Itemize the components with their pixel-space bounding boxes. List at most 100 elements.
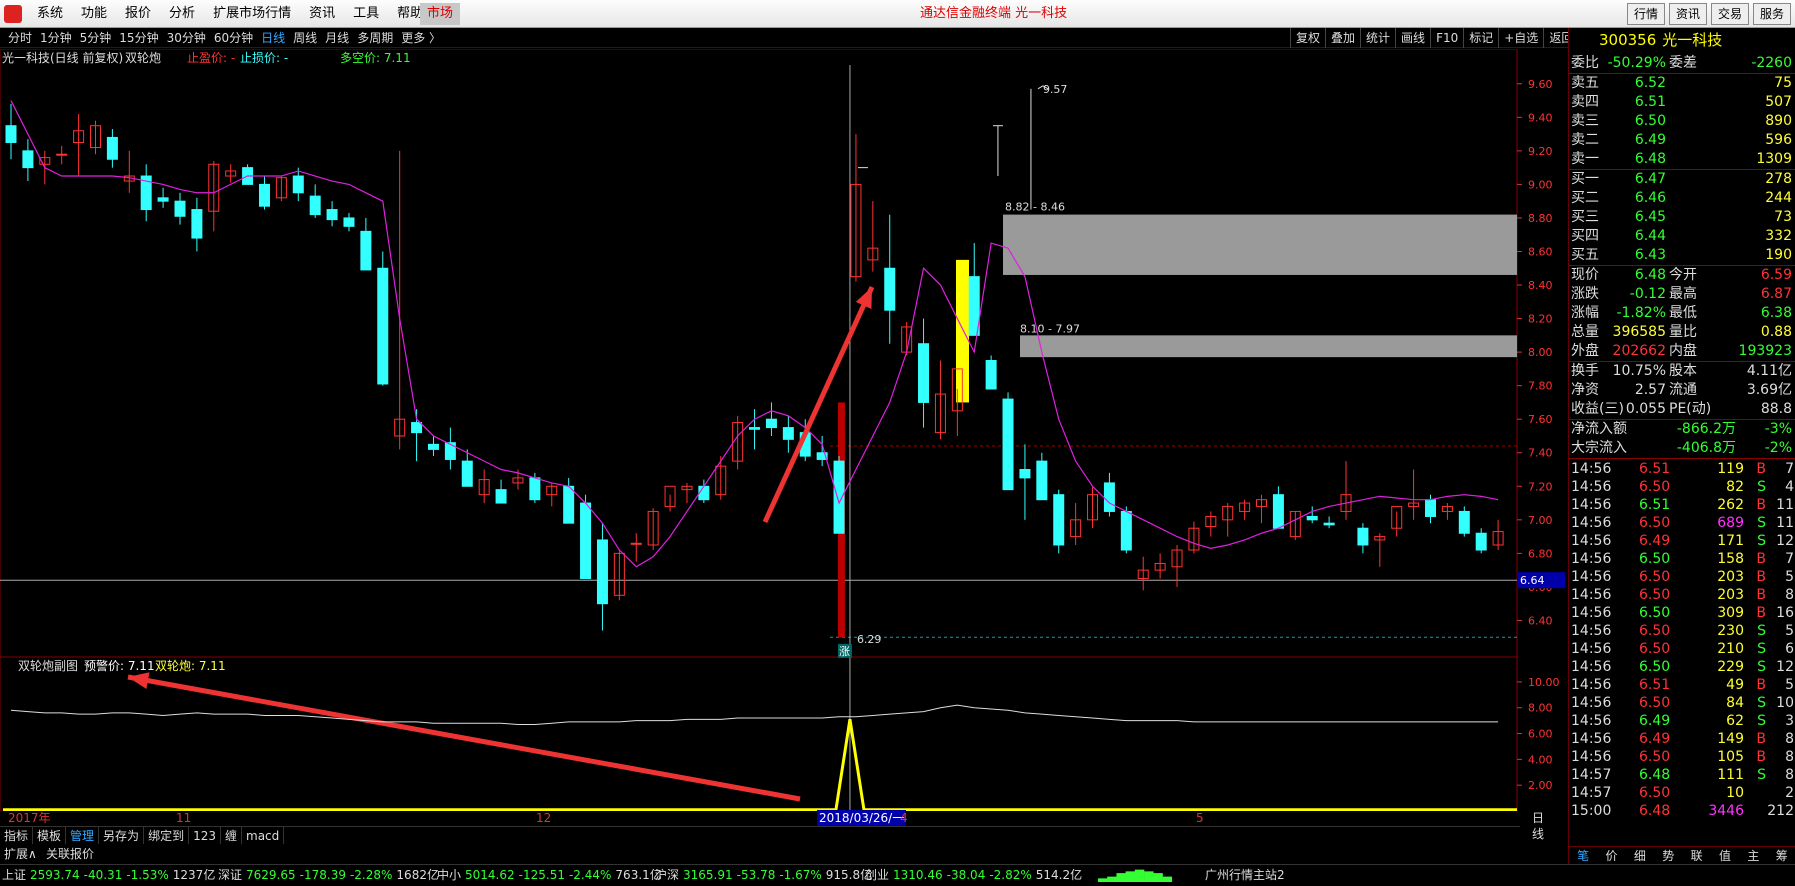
panel-tab[interactable]: 价 <box>1597 847 1625 864</box>
price-label: 9.60 <box>1528 78 1553 91</box>
kline-chart[interactable]: 9.60 9.40 9.20 9.00 8.80 8.60 8.40 8.20 8.00 7.80… <box>0 49 1568 811</box>
expand-toggle[interactable]: 扩展∧ <box>4 844 37 864</box>
tick-dir: B <box>1756 677 1766 693</box>
period-tab[interactable]: 月线 <box>321 28 353 48</box>
period-tab[interactable]: 分时 <box>4 28 36 48</box>
quote-row: 14:56 6.51 49 B 5 <box>1569 676 1795 694</box>
tick-volume: 105 <box>1717 749 1744 765</box>
tool-button[interactable]: 统计 <box>1360 28 1395 48</box>
tick-time: 14:57 <box>1571 785 1612 801</box>
tick-price: 6.51 <box>1639 497 1671 513</box>
candle-body <box>1323 522 1335 526</box>
indicator-tab[interactable]: macd <box>242 827 285 844</box>
indicator-tab[interactable]: 缠 <box>221 827 242 844</box>
ask-volume: 890 <box>1765 113 1792 129</box>
period-tab[interactable]: 30分钟 <box>163 28 210 48</box>
menu-item[interactable]: 系统 <box>28 0 72 28</box>
tick-count: 4 <box>1785 479 1794 495</box>
quote-row: 14:56 6.50 84 S 10 <box>1569 694 1795 712</box>
tick-volume: 84 <box>1726 695 1744 711</box>
tick-time: 14:57 <box>1571 767 1612 783</box>
stat-value: -1.82% <box>1616 305 1666 321</box>
stat-label: 今开 <box>1669 267 1697 283</box>
market-button[interactable]: 市场 <box>420 3 460 25</box>
sub-indicator-name[interactable]: 双轮炮副图 <box>18 658 78 674</box>
quote-row: 卖三 6.50 890 <box>1569 112 1795 131</box>
panel-tab[interactable]: 值 <box>1711 847 1739 864</box>
period-tab[interactable]: 更多 〉 <box>397 28 445 48</box>
ask-volume: 596 <box>1765 132 1792 148</box>
candle-body <box>495 489 507 504</box>
index-quote[interactable]: 创业 1310.46 -38.04 -2.82% 514.2亿 <box>865 865 1086 886</box>
tick-count: 7 <box>1785 461 1794 477</box>
menu-item[interactable]: 分析 <box>160 0 204 28</box>
quote-row: 14:56 6.50 105 B 8 <box>1569 748 1795 766</box>
tick-time: 14:56 <box>1571 623 1612 639</box>
index-vol: 1682亿 <box>396 868 439 882</box>
index-quote[interactable]: 沪深 3165.91 -53.78 -1.67% 915.8亿 <box>655 865 876 886</box>
indicator-tab[interactable]: 管理 <box>66 827 100 844</box>
index-quote[interactable]: 上证 2593.74 -40.31 -1.53% 1237亿 <box>2 865 219 886</box>
period-tab[interactable]: 日线 <box>257 28 289 48</box>
index-quote[interactable]: 深证 7629.65 -178.39 -2.28% 1682亿 <box>218 865 443 886</box>
title-button[interactable]: 服务 <box>1752 3 1791 25</box>
indicator-tab[interactable]: 模板 <box>33 827 67 844</box>
indicator-tab[interactable]: 指标 <box>0 827 34 844</box>
quote-row: 净资 2.57 流通 3.69亿 <box>1569 381 1795 400</box>
price-label: 8.80 <box>1528 212 1553 225</box>
menu-item[interactable]: 功能 <box>72 0 116 28</box>
indicator-name[interactable]: 双轮炮 <box>125 49 161 67</box>
stock-title: 光一科技 <box>1662 31 1723 49</box>
stat-value: 6.59 <box>1760 267 1792 283</box>
tick-volume: 158 <box>1717 551 1744 567</box>
panel-tab[interactable]: 主 <box>1739 847 1767 864</box>
candle-body <box>698 485 710 501</box>
candle-body <box>1357 527 1369 546</box>
candle-body <box>1103 482 1115 512</box>
index-value: 3165.91 <box>683 868 733 882</box>
panel-tab[interactable]: 细 <box>1626 847 1654 864</box>
panel-tab[interactable]: 笔 <box>1569 847 1597 864</box>
period-tab[interactable]: 多周期 <box>353 28 397 48</box>
related-quote-tab[interactable]: 关联报价 <box>46 844 94 864</box>
tool-button[interactable]: +自选 <box>1498 28 1543 48</box>
ask-price: 6.49 <box>1634 132 1666 148</box>
panel-tab[interactable]: 联 <box>1683 847 1711 864</box>
stat-label: PE(动) <box>1669 401 1712 417</box>
panel-tab[interactable]: 筹 <box>1768 847 1795 864</box>
period-tab[interactable]: 1分钟 <box>36 28 76 48</box>
title-button[interactable]: 资讯 <box>1668 3 1707 25</box>
indicator-tab[interactable]: 另存为 <box>99 827 145 844</box>
indicator-tab[interactable]: 绑定到 <box>144 827 190 844</box>
candle-body <box>427 443 439 450</box>
panel-tab[interactable]: 势 <box>1654 847 1682 864</box>
candle-body <box>1019 469 1031 479</box>
tick-count: 5 <box>1785 623 1794 639</box>
tool-button[interactable]: F10 <box>1430 28 1463 48</box>
period-tab[interactable]: 15分钟 <box>115 28 162 48</box>
tick-count: 16 <box>1776 605 1794 621</box>
period-tab[interactable]: 5分钟 <box>76 28 116 48</box>
ask-price: 6.51 <box>1634 94 1666 110</box>
tool-button[interactable]: 标记 <box>1463 28 1498 48</box>
title-button[interactable]: 交易 <box>1710 3 1749 25</box>
flow-pct: -2% <box>1764 440 1792 456</box>
title-right-buttons: 行情 资讯 交易 服务 <box>1626 3 1791 25</box>
menu-item[interactable]: 资讯 <box>300 0 344 28</box>
price-label: 9.40 <box>1528 111 1553 124</box>
title-button[interactable]: 行情 <box>1626 3 1665 25</box>
period-tab[interactable]: 周线 <box>289 28 321 48</box>
menu-item[interactable]: 报价 <box>116 0 160 28</box>
tool-button[interactable]: 叠加 <box>1325 28 1360 48</box>
tool-button[interactable]: 复权 <box>1290 28 1325 48</box>
candle-body <box>191 209 203 239</box>
index-quote[interactable]: 中小 5014.62 -125.51 -2.44% 763.1亿 <box>437 865 666 886</box>
tick-time: 14:56 <box>1571 731 1612 747</box>
tool-button[interactable]: 画线 <box>1395 28 1430 48</box>
menu-item[interactable]: 工具 <box>344 0 388 28</box>
candle-body <box>749 427 761 430</box>
menu-item[interactable]: 扩展市场行情 <box>204 0 300 28</box>
period-tab[interactable]: 60分钟 <box>210 28 257 48</box>
indicator-tab[interactable]: 123 <box>189 827 221 844</box>
stat-label: 收益(三) <box>1571 401 1624 417</box>
